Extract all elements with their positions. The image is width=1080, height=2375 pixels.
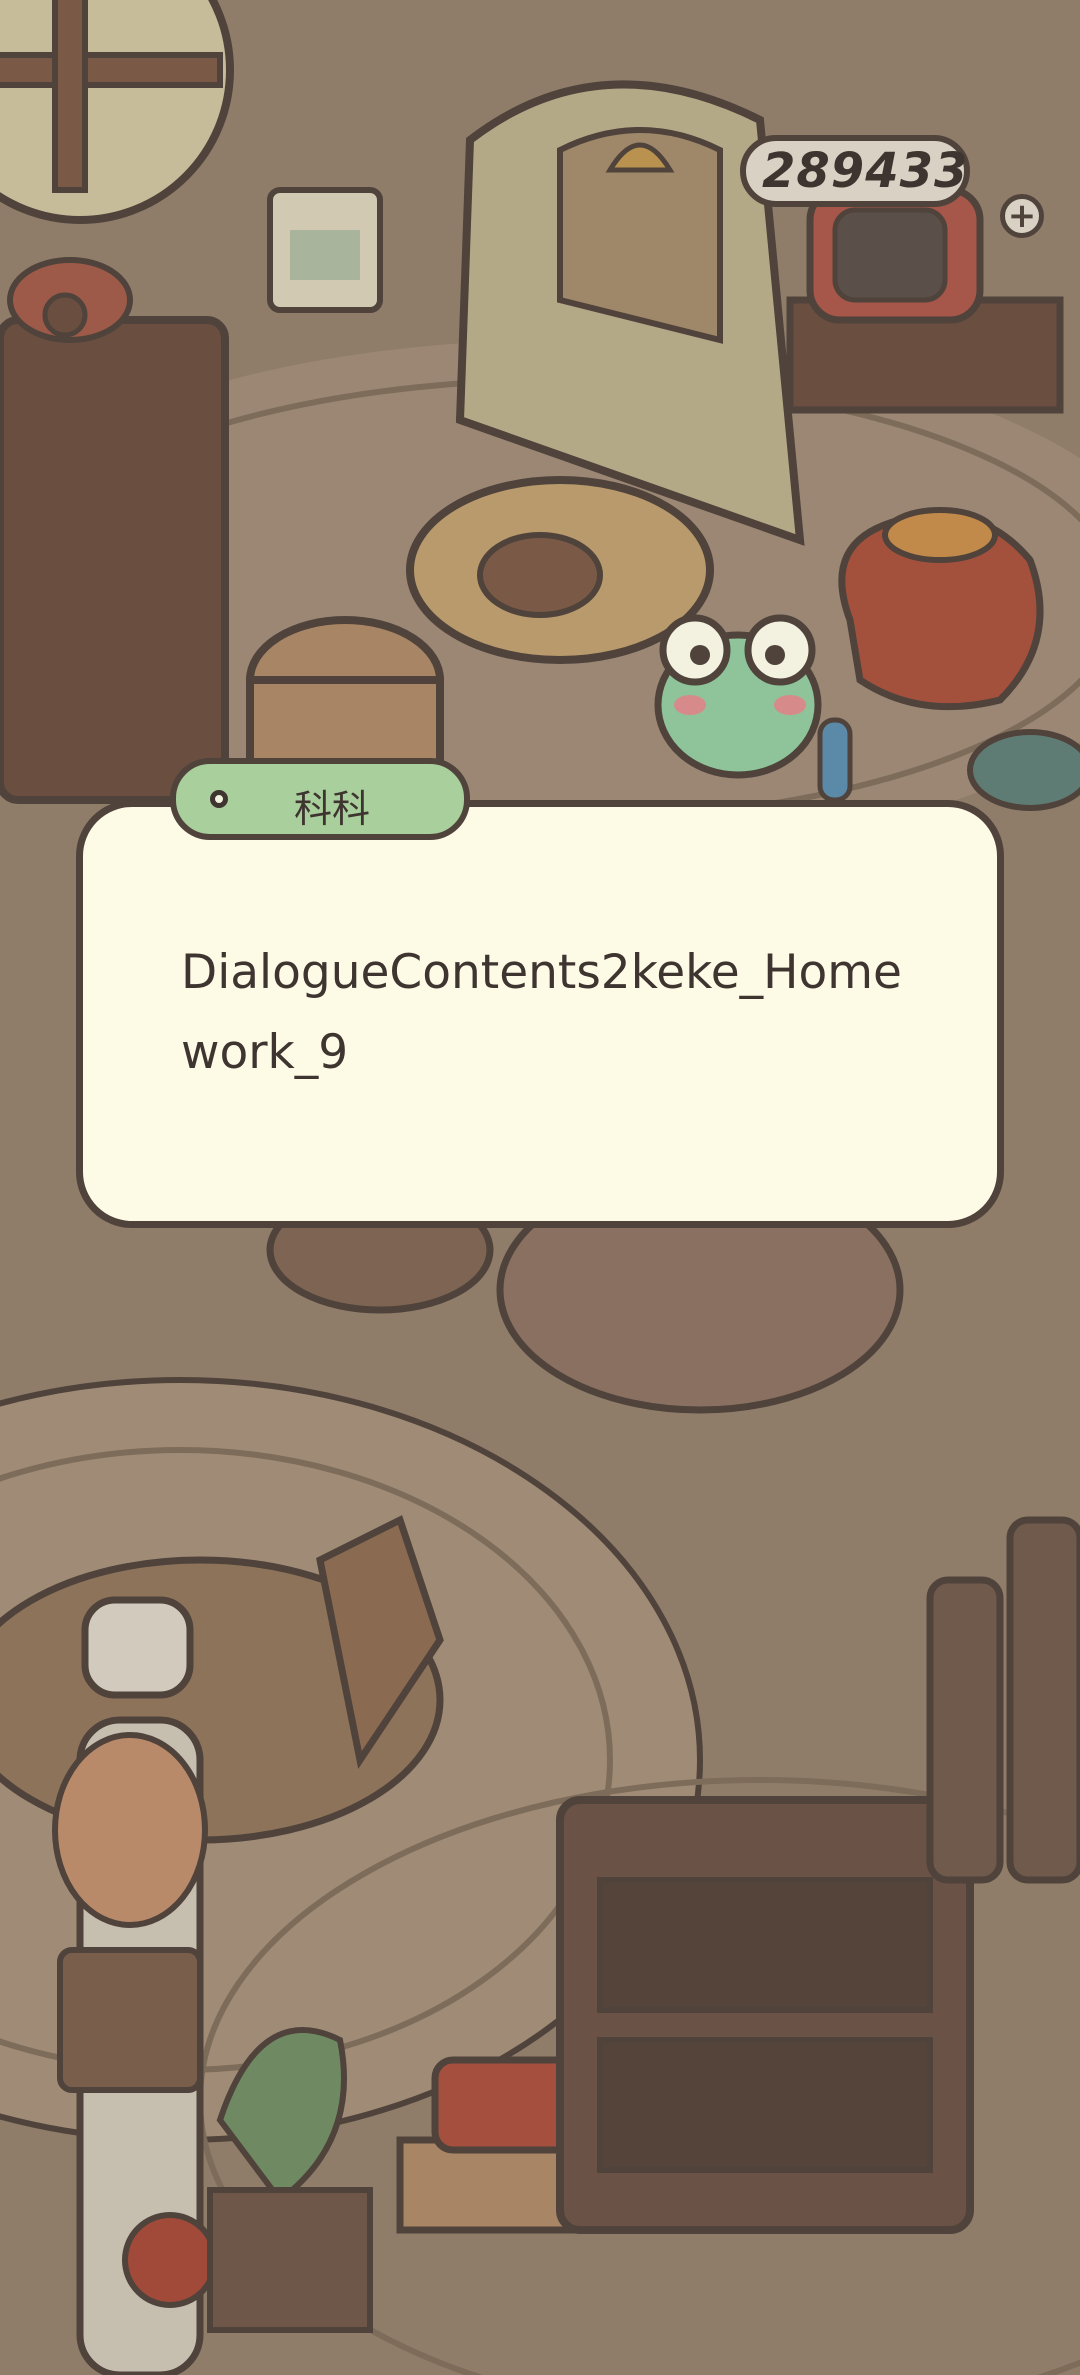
speaker-tag: 科科 [170,758,470,840]
dialogue-box[interactable]: DialogueContents2keke_Homework_9 [76,800,1004,1228]
add-coins-button[interactable]: + [1000,194,1044,238]
speaker-name: 科科 [294,787,371,831]
coin-value: 289433 [762,143,969,199]
speaker-dot-icon [210,790,228,808]
dialogue-text: DialogueContents2keke_Homework_9 [181,945,902,1080]
coin-counter: 289433 [740,135,970,207]
plus-icon: + [1007,196,1037,236]
